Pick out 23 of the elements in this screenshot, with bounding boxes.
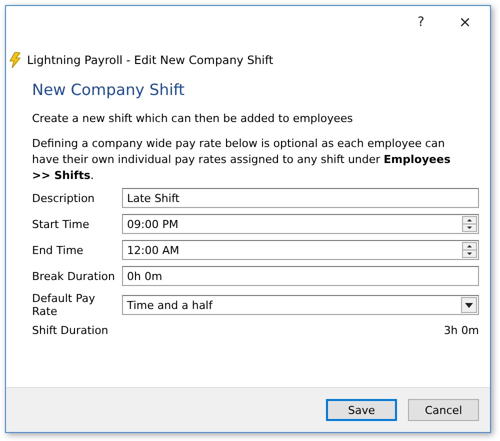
text-field[interactable]: 0h 0m [122, 266, 479, 286]
dialog-button[interactable]: Cancel [408, 399, 479, 421]
field-label: Start Time [32, 218, 90, 230]
dialog-button[interactable]: Save [326, 399, 397, 421]
shift-duration-label: Shift Duration [32, 324, 110, 337]
field-label: Description [32, 192, 96, 204]
spin-arrows-icon[interactable] [462, 216, 477, 232]
help-button[interactable]: ? [406, 10, 436, 34]
close-button[interactable]: × [450, 10, 480, 34]
field-label: Break Duration [32, 270, 116, 282]
time-spinner-field[interactable]: 12:00 AM [122, 240, 479, 260]
shift-duration-value: 3h 0m [444, 324, 479, 337]
time-spinner-field[interactable]: 09:00 PM [122, 214, 479, 234]
dialog-heading: New Company Shift [32, 81, 186, 99]
field-label: End Time [32, 244, 84, 256]
spin-arrows-icon[interactable] [462, 242, 477, 258]
lightning-bolt-icon [9, 52, 21, 68]
field-label: Default Pay Rate [32, 292, 96, 318]
note-text: Defining a company wide pay rate below is optional as each employee can have their own individual pay rates assigned to any shift under Employees >> Shifts. [32, 136, 452, 184]
window-title: Lightning Payroll - Edit New Company Shift [27, 53, 274, 67]
dropdown-field[interactable]: Time and a half [122, 295, 479, 315]
text-field[interactable]: Late Shift [122, 188, 479, 208]
intro-text: Create a new shift which can then be added to employees [32, 112, 354, 125]
